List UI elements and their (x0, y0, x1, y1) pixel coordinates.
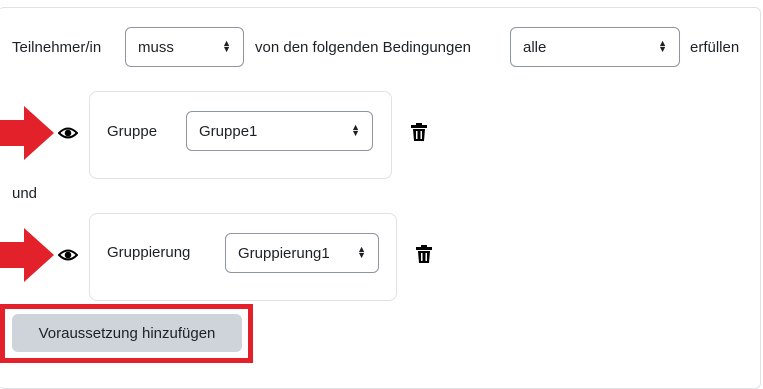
trash-icon[interactable] (411, 123, 427, 141)
grouping-select[interactable]: Gruppierung1 ▲ ▼ (225, 233, 379, 273)
scope-select-value: alle (523, 38, 547, 56)
trash-icon[interactable] (416, 245, 432, 263)
scope-select[interactable]: alle ▲ ▼ (510, 27, 680, 67)
middle-text: von den folgenden Bedingungen (255, 39, 472, 56)
add-condition-button[interactable]: Voraussetzung hinzufügen (12, 314, 242, 352)
condition-type-label: Gruppe (107, 123, 158, 140)
participant-label: Teilnehmer/in (12, 39, 102, 56)
red-arrow-icon (0, 106, 54, 160)
group-select-value: Gruppe1 (199, 122, 258, 140)
mode-select-value: muss (138, 38, 174, 56)
eye-icon[interactable] (58, 123, 78, 143)
eye-icon[interactable] (58, 245, 78, 265)
group-select[interactable]: Gruppe1 ▲ ▼ (186, 111, 373, 151)
mode-select[interactable]: muss ▲ ▼ (125, 27, 244, 67)
suffix-text: erfüllen (690, 39, 740, 56)
chevron-updown-icon: ▲ ▼ (357, 243, 366, 260)
chevron-updown-icon: ▲ ▼ (658, 37, 667, 54)
chevron-updown-icon: ▲ ▼ (351, 121, 360, 138)
chevron-updown-icon: ▲ ▼ (222, 37, 231, 54)
grouping-select-value: Gruppierung1 (238, 244, 330, 262)
connector-text: und (12, 185, 38, 202)
condition-type-label: Gruppierung (107, 244, 191, 261)
add-condition-button-label: Voraussetzung hinzufügen (38, 324, 216, 342)
red-arrow-icon (0, 228, 54, 282)
